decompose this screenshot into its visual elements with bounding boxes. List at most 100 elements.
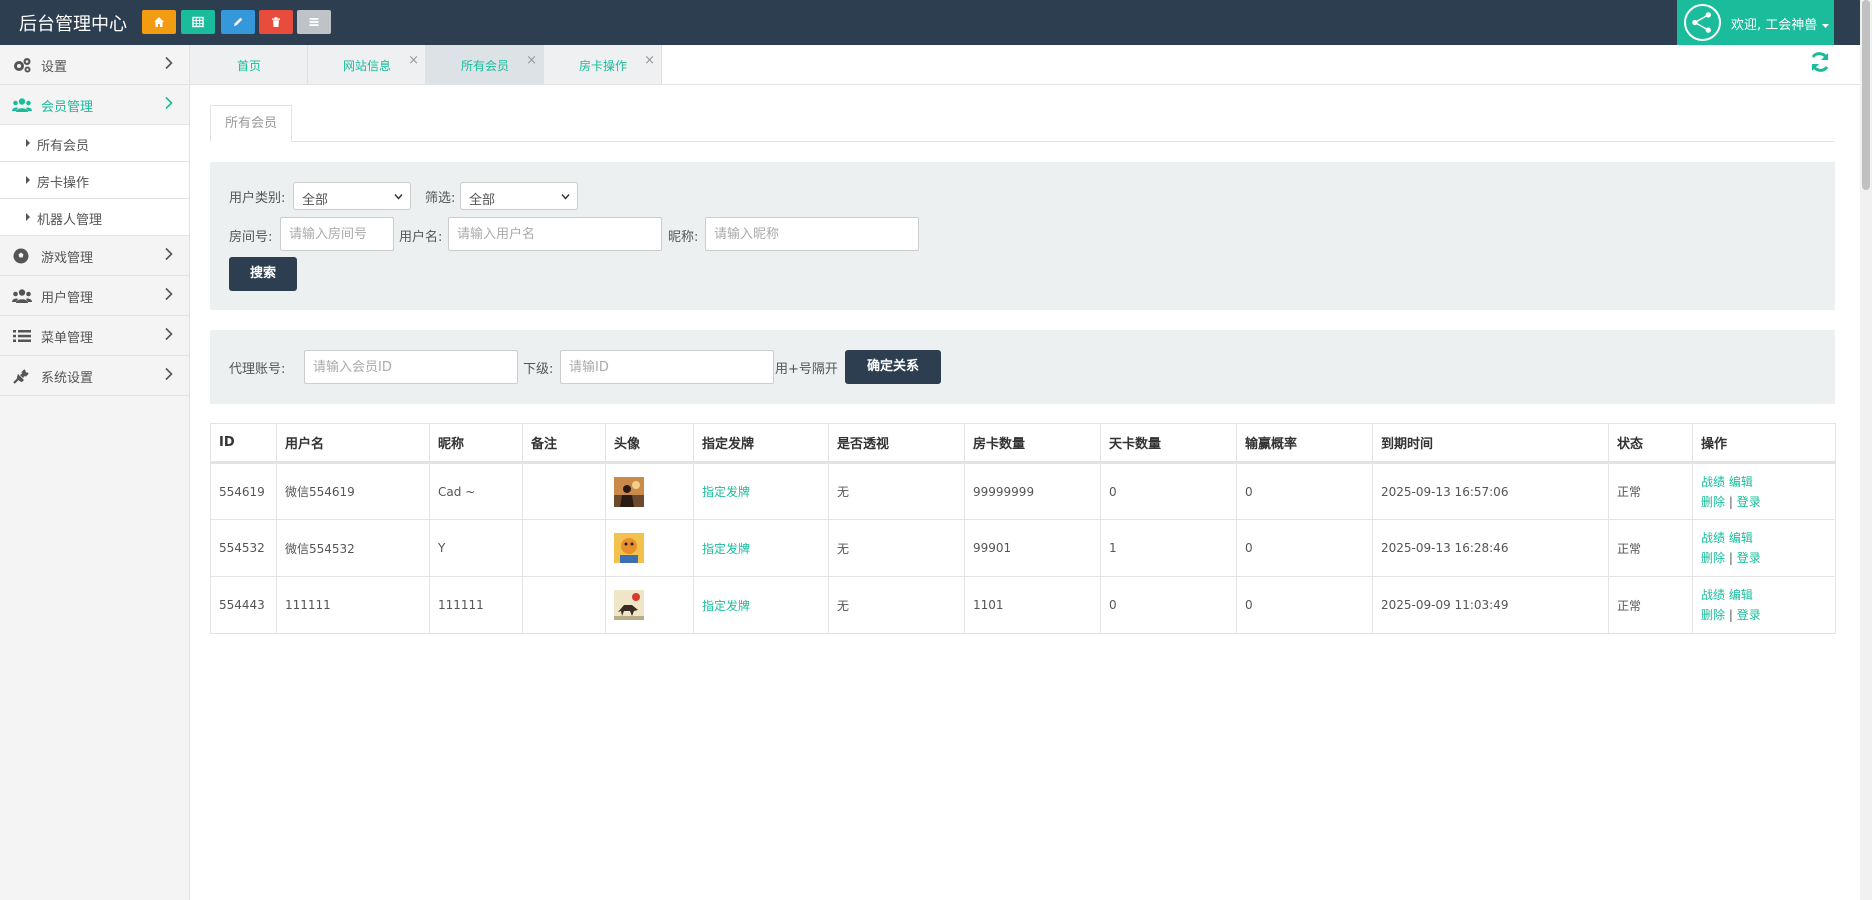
separator-hint: 用+号隔开: [775, 362, 838, 377]
cell-room-cards: 1101: [964, 576, 1101, 634]
column-header: 房卡数量: [964, 423, 1101, 464]
confirm-relation-button[interactable]: 确定关系: [845, 350, 941, 384]
agent-label: 代理账号:: [229, 362, 286, 377]
sidebar-subitem-room-cards[interactable]: 房卡操作: [0, 162, 189, 199]
nickname-input[interactable]: [705, 217, 919, 251]
filter-value: 全部: [469, 193, 496, 208]
user-menu[interactable]: 欢迎, 工会神兽: [1677, 0, 1834, 45]
column-header: 状态: [1608, 423, 1693, 464]
chevron-right-icon: [165, 327, 173, 341]
close-icon[interactable]: ×: [644, 53, 655, 68]
login-link[interactable]: 登录: [1737, 608, 1761, 622]
sub-input[interactable]: [560, 350, 774, 384]
delete-button[interactable]: [259, 10, 293, 34]
page-scrollbar[interactable]: [1860, 0, 1872, 900]
soccer-ball-icon: [13, 248, 29, 264]
edit-link[interactable]: 编辑: [1729, 475, 1753, 489]
agent-panel: 代理账号: 下级: 用+号隔开 确定关系: [210, 330, 1835, 404]
login-link[interactable]: 登录: [1737, 495, 1761, 509]
column-header: 头像: [605, 423, 694, 464]
column-header: ID: [210, 423, 277, 464]
cell-day-cards: 0: [1100, 462, 1237, 520]
cell-avatar: [605, 462, 694, 520]
tab-home[interactable]: 首页: [190, 45, 308, 84]
record-link[interactable]: 战绩: [1701, 475, 1725, 489]
grid-button[interactable]: [181, 10, 215, 34]
sidebar-item-label: 菜单管理: [41, 331, 94, 346]
delete-link[interactable]: 删除: [1701, 608, 1725, 622]
table-row: 554532 微信554532 Y 指定发牌 无 99901 1 0 2025-…: [210, 519, 1836, 577]
assign-deal-link[interactable]: 指定发牌: [702, 542, 750, 556]
sidebar-subitem-robots[interactable]: 机器人管理: [0, 199, 189, 236]
cell-win-rate: 0: [1236, 462, 1373, 520]
sidebar: 设置 会员管理 所有会员 房卡操作 机器人管理 游戏管理 用户管理 菜单管理 系…: [0, 45, 190, 900]
cell-username: 微信554619: [276, 462, 430, 520]
edit-link[interactable]: 编辑: [1729, 531, 1753, 545]
home-icon: [154, 16, 164, 27]
brand-title: 后台管理中心: [19, 14, 127, 35]
share-network-icon: [1684, 4, 1721, 41]
refresh-icon[interactable]: [1808, 50, 1832, 74]
cell-status: 正常: [1608, 576, 1693, 634]
record-link[interactable]: 战绩: [1701, 531, 1725, 545]
cell-actions: 战绩 编辑 删除 | 登录: [1692, 576, 1836, 634]
page-tab-all-members[interactable]: 所有会员: [210, 105, 292, 142]
cell-nickname: Cad ~: [429, 462, 523, 520]
chevron-down-icon: [561, 194, 570, 200]
home-button[interactable]: [142, 10, 176, 34]
sidebar-item-users[interactable]: 用户管理: [0, 276, 189, 316]
delete-link[interactable]: 删除: [1701, 551, 1725, 565]
filter-select[interactable]: 全部: [460, 182, 578, 210]
cell-username: 微信554532: [276, 519, 430, 577]
cell-actions: 战绩 编辑 删除 | 登录: [1692, 519, 1836, 577]
username-label: 用户名:: [399, 230, 443, 245]
sidebar-item-system[interactable]: 系统设置: [0, 356, 189, 396]
cell-expire: 2025-09-13 16:28:46: [1372, 519, 1609, 577]
close-icon[interactable]: ×: [408, 53, 419, 68]
assign-deal-link[interactable]: 指定发牌: [702, 485, 750, 499]
sub-label: 下级:: [523, 362, 554, 377]
users-icon: [12, 289, 32, 303]
column-header: 天卡数量: [1100, 423, 1237, 464]
delete-link[interactable]: 删除: [1701, 495, 1725, 509]
search-button[interactable]: 搜索: [229, 257, 297, 291]
tab-site-info[interactable]: 网站信息 ×: [308, 45, 426, 84]
username-input[interactable]: [448, 217, 662, 251]
sidebar-item-menus[interactable]: 菜单管理: [0, 316, 189, 356]
cell-nickname: Y: [429, 519, 523, 577]
record-link[interactable]: 战绩: [1701, 588, 1725, 602]
list-icon: [309, 17, 319, 26]
assign-deal-link[interactable]: 指定发牌: [702, 599, 750, 613]
user-greeting: 欢迎, 工会神兽: [1731, 18, 1818, 33]
chevron-right-icon: [165, 367, 173, 381]
avatar: [614, 533, 644, 563]
cell-xray: 无: [828, 519, 965, 577]
sidebar-subitem-label: 房卡操作: [37, 176, 90, 191]
list-button[interactable]: [297, 10, 331, 34]
sidebar-item-members[interactable]: 会员管理: [0, 85, 189, 125]
tab-room-cards[interactable]: 房卡操作 ×: [544, 45, 662, 84]
separator: |: [1728, 608, 1733, 622]
user-type-label: 用户类别:: [229, 191, 286, 206]
edit-button[interactable]: [221, 10, 255, 34]
tab-all-members[interactable]: 所有会员 ×: [426, 45, 544, 84]
sidebar-item-settings[interactable]: 设置: [0, 45, 189, 85]
cell-username: 111111: [276, 576, 430, 634]
edit-link[interactable]: 编辑: [1729, 588, 1753, 602]
room-input[interactable]: [280, 217, 394, 251]
column-header: 用户名: [276, 423, 430, 464]
login-link[interactable]: 登录: [1737, 551, 1761, 565]
sidebar-item-games[interactable]: 游戏管理: [0, 236, 189, 276]
tab-label: 首页: [236, 59, 261, 73]
agent-input[interactable]: [304, 350, 518, 384]
sidebar-subitem-label: 所有会员: [37, 139, 90, 154]
cell-note: [522, 576, 606, 634]
scrollbar-thumb[interactable]: [1862, 0, 1870, 190]
sidebar-item-label: 用户管理: [41, 291, 94, 306]
list-icon: [13, 330, 31, 342]
sidebar-subitem-all-members[interactable]: 所有会员: [0, 125, 189, 162]
chevron-right-icon: [165, 247, 173, 261]
close-icon[interactable]: ×: [526, 53, 537, 68]
user-type-select[interactable]: 全部: [293, 182, 411, 210]
cell-avatar: [605, 576, 694, 634]
